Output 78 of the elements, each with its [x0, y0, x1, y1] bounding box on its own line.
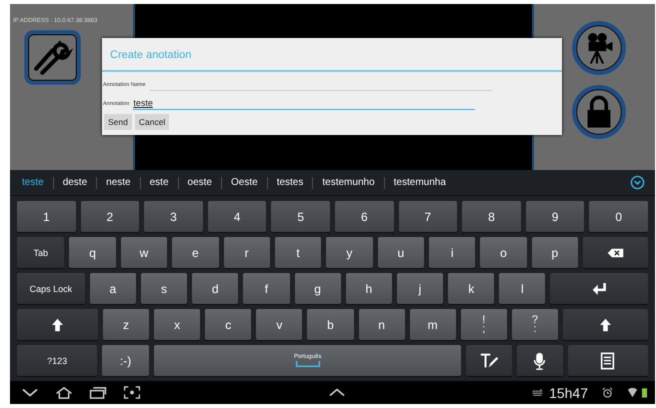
number-key[interactable]: 8 [462, 201, 521, 232]
letter-key[interactable]: d [192, 273, 238, 304]
number-key[interactable]: 1 [17, 201, 76, 232]
space-bar-icon [294, 360, 321, 368]
suggestion[interactable]: este [140, 177, 178, 188]
backspace-key[interactable] [583, 237, 648, 268]
letter-key[interactable]: o [480, 237, 527, 268]
number-key[interactable]: 5 [271, 201, 330, 232]
text-pen-icon [480, 352, 499, 370]
recent-apps-icon[interactable] [88, 386, 108, 399]
letter-key[interactable]: f [243, 273, 290, 304]
suggestion[interactable]: testes [268, 177, 312, 188]
number-key[interactable]: 2 [80, 201, 140, 232]
letter-key[interactable]: p [532, 237, 578, 268]
handwriting-key[interactable] [466, 345, 512, 376]
letter-key[interactable]: e [172, 237, 218, 268]
number-key[interactable]: 0 [589, 201, 648, 232]
suggestion[interactable]: deste [54, 177, 96, 188]
shift-key[interactable] [562, 309, 648, 340]
enter-key[interactable] [550, 273, 648, 304]
caret-up-icon[interactable] [327, 386, 348, 399]
letter-key[interactable]: t [274, 237, 322, 268]
home-icon[interactable] [54, 386, 74, 399]
enter-arrow-icon [590, 282, 608, 296]
function-key[interactable]: Caps Lock [17, 273, 85, 304]
number-key[interactable]: 7 [398, 201, 458, 232]
letter-key[interactable]: g [294, 273, 341, 304]
symbol-key[interactable]: ! ; [460, 309, 507, 340]
letter-key[interactable]: a [90, 273, 136, 304]
dialog-title: Create anotation [109, 48, 192, 63]
microphone-key[interactable] [517, 345, 563, 376]
letter-key[interactable]: y [326, 237, 373, 268]
number-key[interactable]: 9 [526, 201, 584, 232]
suggestion[interactable]: teste [22, 177, 53, 188]
back-icon[interactable] [20, 386, 40, 399]
number-key[interactable]: 3 [144, 201, 203, 232]
lock-icon[interactable] [570, 84, 626, 140]
shift-key[interactable] [17, 309, 98, 340]
number-key[interactable]: 4 [208, 201, 266, 232]
letter-key[interactable]: :-) [102, 345, 149, 376]
input-field[interactable]: teste [133, 97, 476, 110]
wifi-icon [627, 387, 638, 398]
camera-icon[interactable] [570, 20, 626, 76]
letter-key[interactable]: n [358, 309, 405, 340]
cancel-button[interactable]: Cancel [134, 114, 170, 130]
battery-icon [642, 387, 647, 398]
letter-key[interactable]: u [378, 237, 424, 268]
symbol-key[interactable]: ? : [512, 309, 558, 340]
letter-key[interactable]: l [499, 273, 546, 304]
clipboard-key[interactable] [568, 345, 648, 376]
letter-key[interactable]: z [102, 309, 150, 340]
suggestion[interactable]: testemunho [313, 177, 384, 188]
letter-key[interactable]: c [205, 309, 252, 340]
letter-key[interactable]: k [448, 273, 494, 304]
letter-key[interactable]: x [154, 309, 200, 340]
letter-key[interactable]: m [410, 309, 456, 340]
alarm-icon [602, 387, 613, 398]
letter-key[interactable]: v [256, 309, 302, 340]
letter-key[interactable]: j [396, 273, 444, 304]
screenshot-icon[interactable] [122, 386, 142, 399]
suggestion[interactable]: Oeste [222, 177, 267, 188]
expand-icon[interactable] [630, 175, 645, 190]
letter-key[interactable]: q [69, 237, 116, 268]
letter-key[interactable]: i [428, 237, 476, 268]
letter-key[interactable]: h [346, 273, 392, 304]
tools-icon[interactable] [24, 30, 81, 85]
send-button[interactable]: Send [104, 114, 132, 130]
letter-key[interactable]: r [224, 237, 270, 268]
suggestion[interactable]: testemunha [384, 177, 455, 188]
clock: 15h47 [549, 384, 588, 400]
letter-key[interactable]: s [140, 273, 188, 304]
function-key[interactable]: ?123 [17, 345, 98, 376]
number-key[interactable]: 6 [334, 201, 394, 232]
suggestion[interactable]: neste [97, 177, 140, 188]
letter-key[interactable]: b [307, 309, 354, 340]
suggestion[interactable]: oeste [178, 177, 221, 188]
letter-key[interactable]: w [120, 237, 168, 268]
function-key[interactable]: Tab [17, 237, 64, 268]
